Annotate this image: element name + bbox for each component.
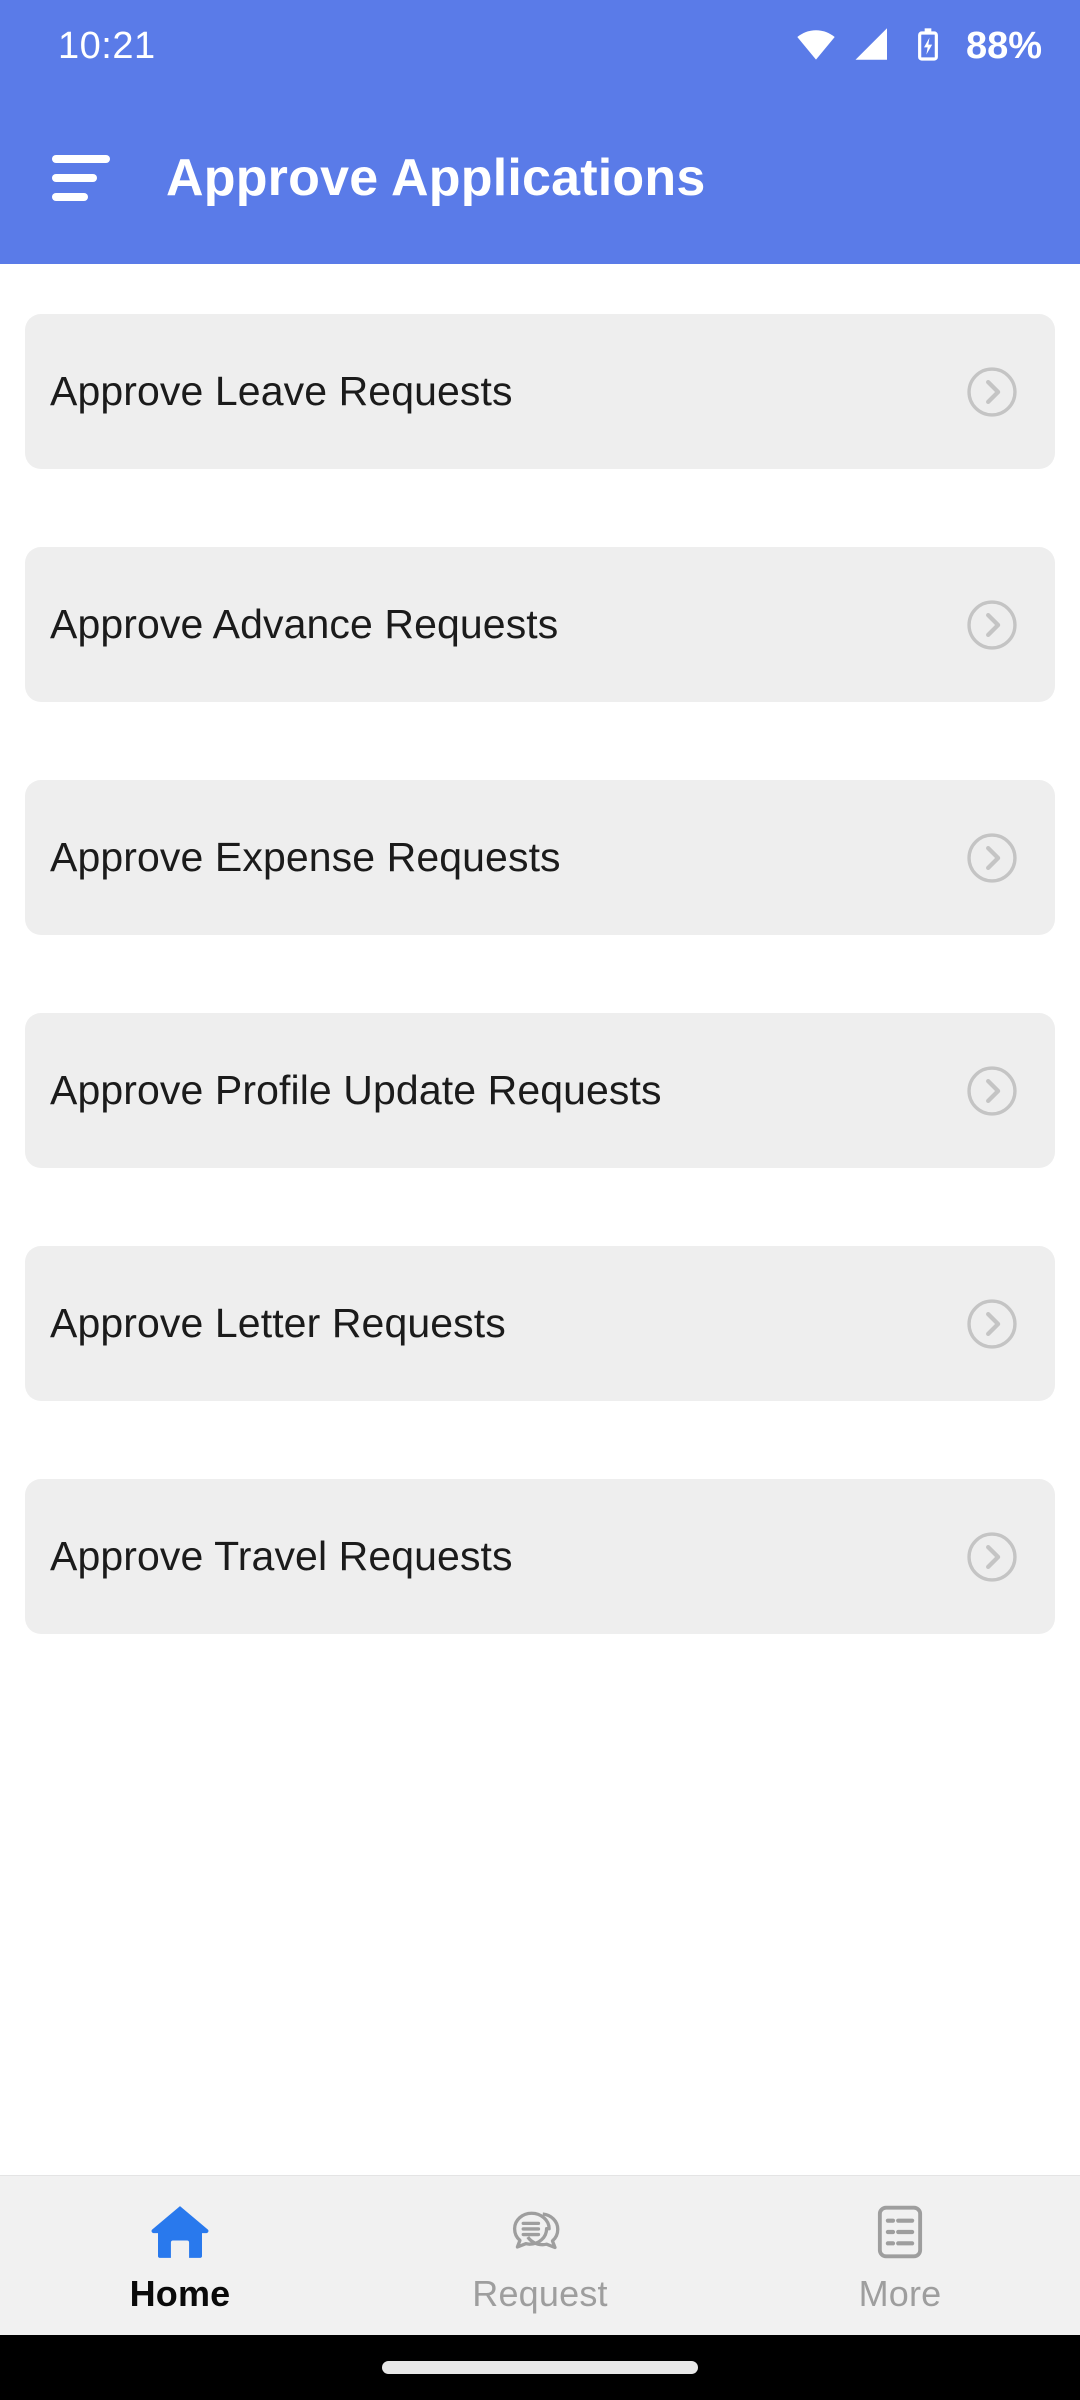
chevron-right-circle-icon[interactable] xyxy=(965,1530,1019,1584)
chat-bubbles-icon xyxy=(507,2197,573,2267)
list-item[interactable]: Approve Travel Requests xyxy=(25,1479,1055,1634)
menu-bar-line xyxy=(52,174,97,182)
chevron-right-circle-icon[interactable] xyxy=(965,598,1019,652)
status-bar-indicators: 88% xyxy=(794,22,1042,71)
nav-item-request[interactable]: Request xyxy=(360,2176,720,2335)
list-item[interactable]: Approve Advance Requests xyxy=(25,547,1055,702)
app-bar: Approve Applications xyxy=(0,92,1080,264)
list-item[interactable]: Approve Letter Requests xyxy=(25,1246,1055,1401)
approval-list: Approve Leave Requests Approve Advance R… xyxy=(0,264,1080,1712)
nav-item-label: More xyxy=(858,2272,942,2314)
nav-item-more[interactable]: More xyxy=(720,2176,1080,2335)
list-item-label: Approve Letter Requests xyxy=(50,1300,506,1346)
chevron-right-circle-icon[interactable] xyxy=(965,1297,1019,1351)
wifi-icon xyxy=(794,22,838,71)
list-item-label: Approve Expense Requests xyxy=(50,834,561,880)
chevron-right-circle-icon[interactable] xyxy=(965,1064,1019,1118)
bottom-navigation-bar: Home Request More xyxy=(0,2175,1080,2335)
app-screen: 10:21 88% Approve Applications Approve L… xyxy=(0,0,1080,2400)
status-bar-clock: 10:21 xyxy=(58,24,156,67)
system-gesture-bar xyxy=(0,2335,1080,2400)
list-item[interactable]: Approve Leave Requests xyxy=(25,314,1055,469)
list-item[interactable]: Approve Expense Requests xyxy=(25,780,1055,935)
nav-item-home[interactable]: Home xyxy=(0,2176,360,2335)
chevron-right-circle-icon[interactable] xyxy=(965,831,1019,885)
menu-bar-line xyxy=(52,155,110,163)
status-bar: 10:21 88% xyxy=(0,0,1080,92)
battery-charging-icon xyxy=(908,24,948,69)
cellular-signal-icon xyxy=(852,23,894,70)
battery-percent-label: 88% xyxy=(965,24,1042,67)
list-item-label: Approve Advance Requests xyxy=(50,601,559,647)
nav-item-label: Request xyxy=(472,2272,608,2314)
list-item-label: Approve Profile Update Requests xyxy=(50,1067,662,1113)
nav-item-label: Home xyxy=(129,2272,231,2314)
gesture-home-pill[interactable] xyxy=(382,2361,698,2374)
page-title: Approve Applications xyxy=(166,149,706,207)
list-item-label: Approve Leave Requests xyxy=(50,368,513,414)
hamburger-menu-icon[interactable] xyxy=(52,148,118,208)
list-item-label: Approve Travel Requests xyxy=(50,1533,513,1579)
chevron-right-circle-icon[interactable] xyxy=(965,365,1019,419)
home-icon xyxy=(147,2197,213,2267)
list-item[interactable]: Approve Profile Update Requests xyxy=(25,1013,1055,1168)
list-document-icon xyxy=(869,2197,931,2267)
menu-bar-line xyxy=(52,193,88,201)
